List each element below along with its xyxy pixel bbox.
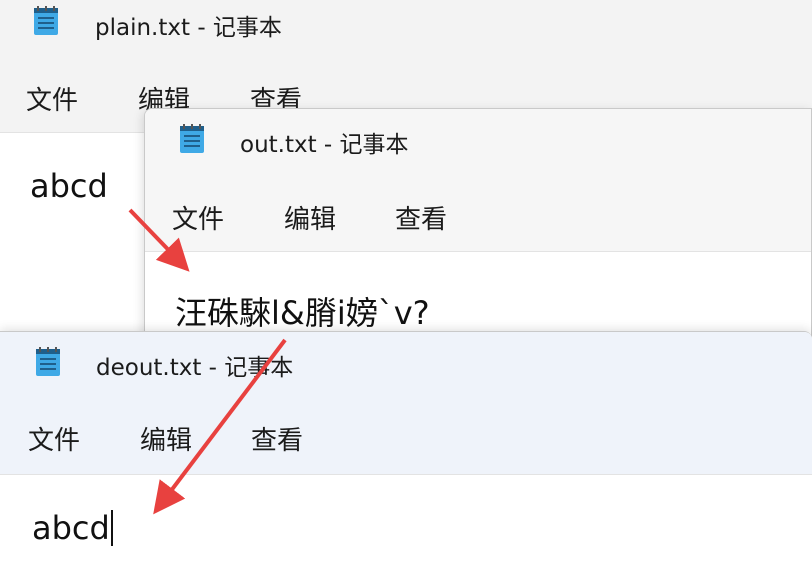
notepad-icon	[34, 6, 58, 35]
menu-file[interactable]: 文件	[172, 199, 224, 236]
menu-view[interactable]: 查看	[251, 420, 303, 457]
window-deout-txt: deout.txt - 记事本 文件 编辑 查看 abcd	[0, 331, 812, 581]
editor-content: 汪硃騋l&膌i嫎`v?	[175, 294, 430, 332]
menu-edit[interactable]: 编辑	[140, 420, 192, 457]
title-bar[interactable]: out.txt - 记事本	[145, 109, 811, 169]
text-caret	[110, 510, 113, 546]
notepad-icon	[180, 124, 204, 153]
editor-text: abcd	[32, 509, 110, 547]
title-bar[interactable]: deout.txt - 记事本	[0, 332, 812, 392]
window-title: plain.txt - 记事本	[95, 15, 282, 41]
menu-bar: 文件 编辑 查看	[145, 169, 811, 252]
menu-bar: 文件 编辑 查看	[0, 392, 812, 475]
text-editor[interactable]: abcd	[0, 475, 812, 581]
menu-edit[interactable]: 编辑	[284, 199, 336, 236]
window-title: deout.txt - 记事本	[96, 355, 294, 381]
menu-file[interactable]: 文件	[28, 420, 80, 457]
menu-view[interactable]: 查看	[395, 199, 447, 236]
editor-content: abcd	[32, 509, 113, 547]
editor-content: abcd	[30, 167, 108, 205]
title-bar[interactable]: plain.txt - 记事本	[0, 0, 812, 50]
window-title: out.txt - 记事本	[240, 132, 409, 158]
notepad-icon	[36, 347, 60, 376]
menu-file[interactable]: 文件	[26, 80, 78, 117]
